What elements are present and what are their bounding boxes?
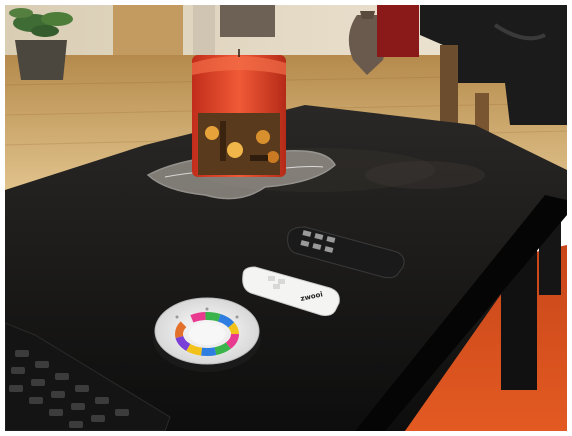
color-wheel-remote xyxy=(153,297,261,372)
photo-frame: zwooi xyxy=(0,0,572,436)
photo: zwooi xyxy=(5,5,567,431)
scene-svg: zwooi xyxy=(5,5,567,431)
candle xyxy=(192,49,286,177)
door-frame xyxy=(193,5,215,57)
red-object xyxy=(377,5,419,57)
doorway xyxy=(220,5,275,37)
